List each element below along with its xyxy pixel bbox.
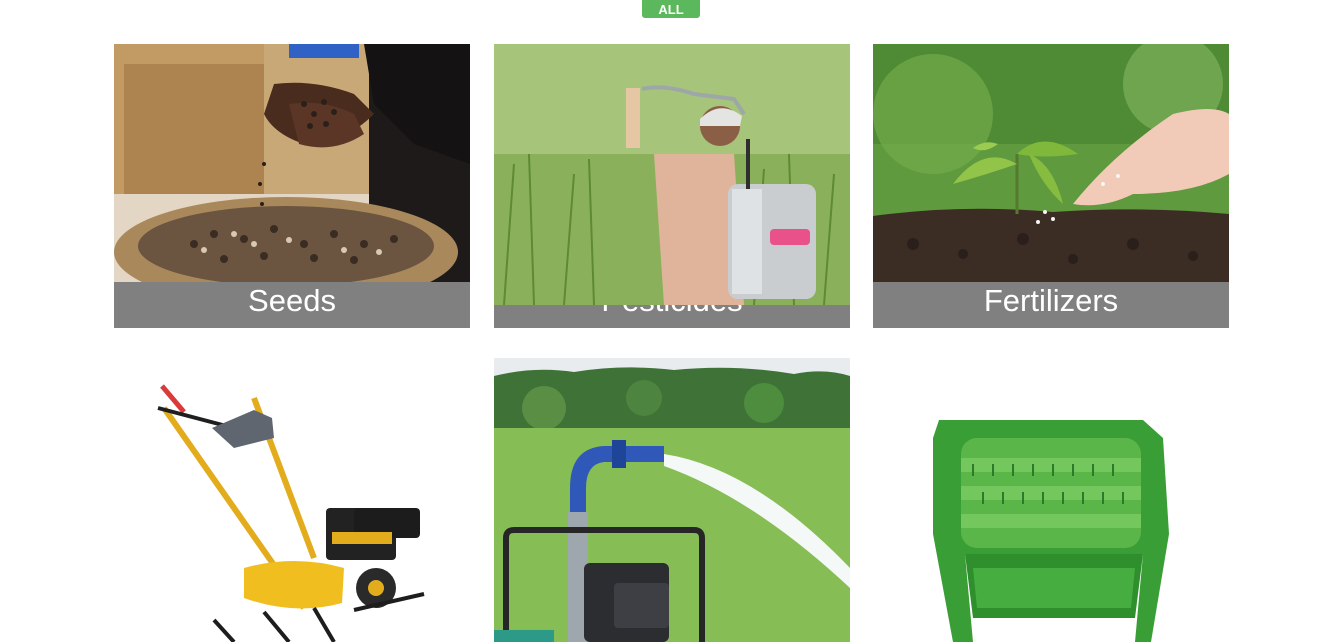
thresher-image xyxy=(873,358,1229,642)
tiller-image xyxy=(114,358,470,642)
water-pump-image xyxy=(494,358,850,642)
product-card-thresher[interactable] xyxy=(873,358,1229,642)
category-label-fertilizers: Fertilizers xyxy=(873,282,1229,328)
product-card-water-pump[interactable] xyxy=(494,358,850,642)
product-card-tiller[interactable] xyxy=(114,358,470,642)
category-card-seeds[interactable]: Seeds xyxy=(114,44,470,328)
page: ALL Seeds Fertilizers xyxy=(0,0,1335,642)
pesticides-image xyxy=(494,44,850,305)
category-card-fertilizers[interactable]: Fertilizers xyxy=(873,44,1229,328)
category-card-pesticides[interactable]: Pesticides xyxy=(494,44,850,328)
filter-all-button[interactable]: ALL xyxy=(642,0,700,18)
fertilizers-image xyxy=(873,44,1229,282)
seeds-image xyxy=(114,44,470,282)
category-label-seeds: Seeds xyxy=(114,282,470,328)
